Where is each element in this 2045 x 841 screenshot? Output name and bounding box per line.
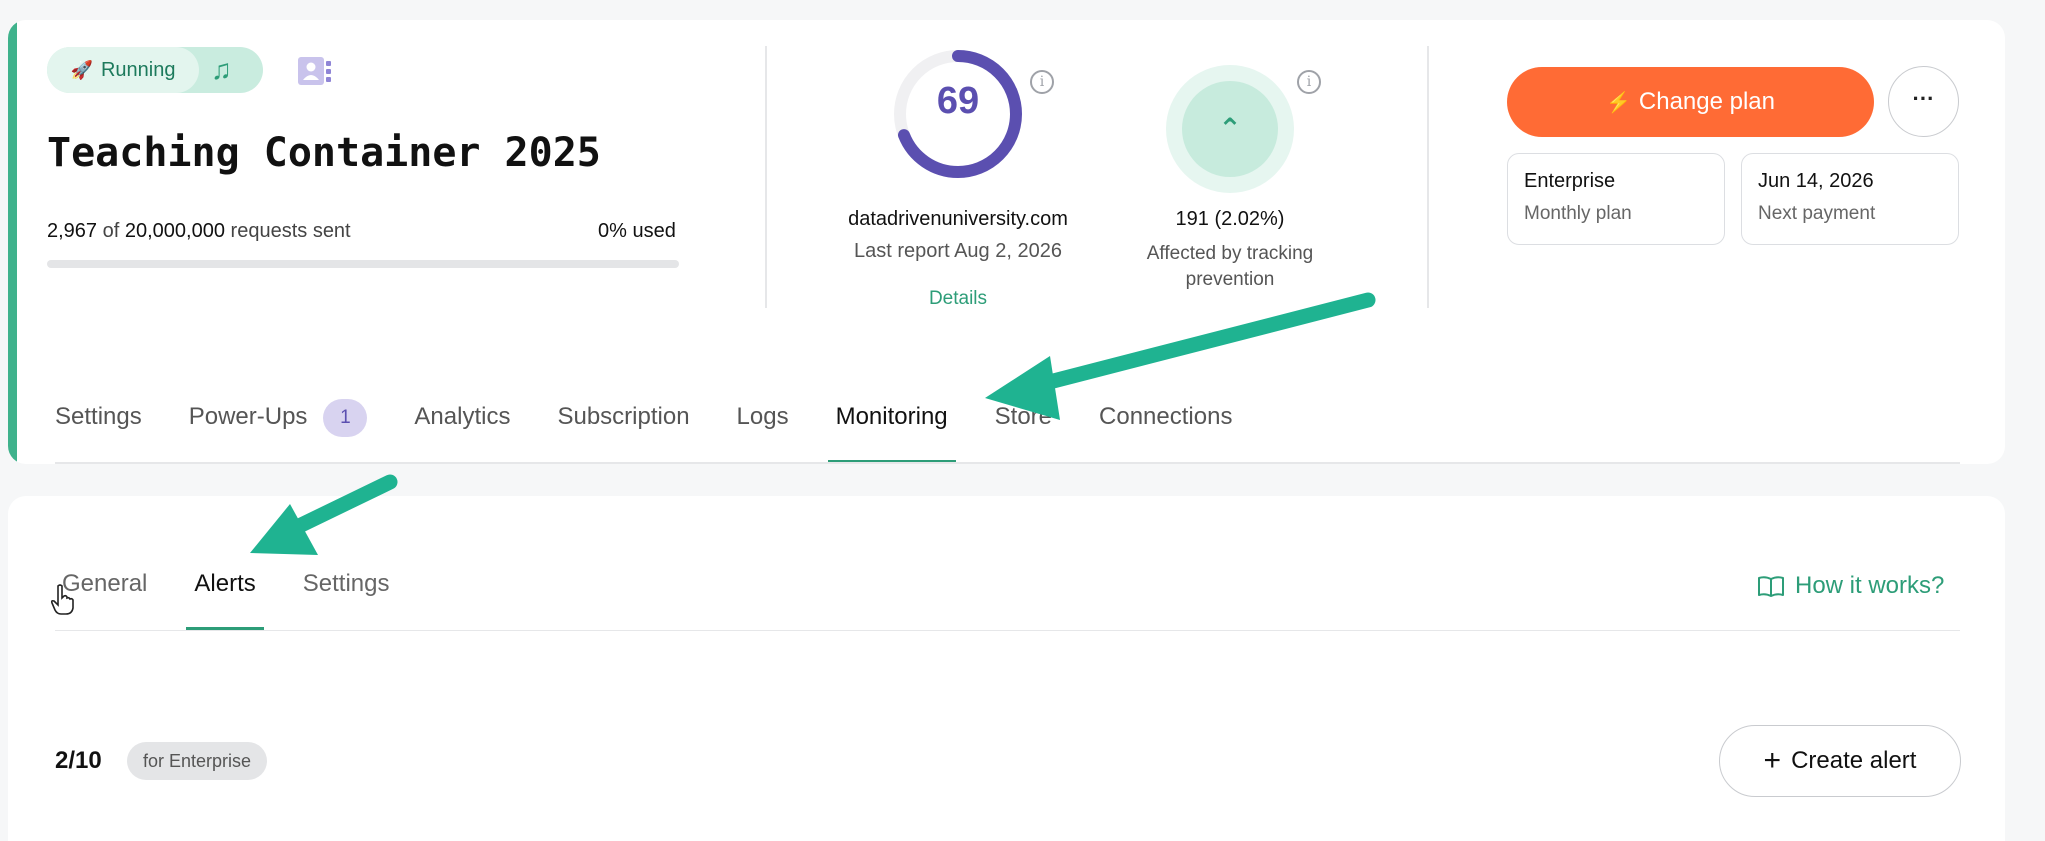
subtab-settings[interactable]: Settings (303, 570, 390, 630)
usage-text: 2,967 of 20,000,000 requests sent (47, 220, 351, 243)
page-title: Teaching Container 2025 (47, 130, 601, 176)
plan-tag: for Enterprise (127, 742, 268, 780)
divider (765, 46, 767, 308)
usage-progress-bar (47, 260, 679, 268)
tab-label: Settings (55, 403, 142, 430)
tab-label: Logs (736, 403, 789, 430)
alert-count: 2/10 (55, 747, 102, 774)
change-plan-button[interactable]: ⚡ Change plan (1507, 67, 1874, 137)
tabs-divider (55, 462, 1960, 464)
subtab-alerts[interactable]: Alerts (186, 570, 265, 630)
main-tabs: Settings Power-Ups 1 Analytics Subscripti… (55, 399, 1279, 463)
details-link[interactable]: Details (820, 288, 1096, 310)
domain-name: datadrivenuniversity.com (848, 208, 1068, 230)
power-ups-badge: 1 (323, 399, 368, 437)
score-value: 69 (936, 80, 980, 122)
usage-of: of (102, 220, 120, 242)
next-payment-date: Jun 14, 2026 (1758, 170, 1874, 192)
status-toggle[interactable]: 🚀 Running ♫ (47, 47, 263, 93)
usage-limit: 20,000,000 (124, 220, 225, 242)
info-icon[interactable]: i (1297, 70, 1321, 94)
plan-tier: Enterprise (1524, 170, 1616, 192)
usage-suffix: requests sent (230, 220, 351, 242)
music-icon[interactable]: ♫ (211, 54, 232, 86)
sub-tabs-divider (55, 630, 1960, 631)
change-plan-label: Change plan (1638, 88, 1776, 115)
usage-sent: 2,967 (47, 220, 98, 242)
monitoring-sub-tabs: General Alerts Settings (62, 570, 436, 630)
chevron-up-icon: ⌃ (1182, 81, 1278, 177)
tracking-label: Affected by tracking prevention (1146, 243, 1314, 290)
monitoring-card (8, 496, 2005, 841)
info-icon[interactable]: i (1030, 70, 1054, 94)
last-report: Last report Aug 2, 2026 (854, 240, 1062, 262)
create-alert-label: Create alert (1791, 747, 1917, 774)
plus-icon: + (1763, 744, 1782, 777)
how-it-works-label: How it works? (1795, 572, 1945, 599)
create-alert-button[interactable]: + Create alert (1719, 725, 1961, 797)
status-label: Running (100, 58, 176, 81)
contact-card-icon[interactable] (297, 56, 331, 86)
tracking-count: 191 (2.02%) (1175, 208, 1285, 230)
tab-analytics[interactable]: Analytics (414, 403, 510, 463)
more-options-button[interactable]: ··· (1888, 66, 1959, 137)
book-icon (1758, 576, 1784, 597)
bolt-icon: ⚡ (1605, 91, 1631, 114)
rocket-icon: 🚀 (70, 59, 93, 80)
tab-connections[interactable]: Connections (1099, 403, 1232, 463)
tab-subscription[interactable]: Subscription (557, 403, 689, 463)
plan-billing: Monthly plan (1524, 203, 1632, 224)
how-it-works-link[interactable]: How it works? (1757, 572, 1944, 600)
hand-cursor-icon (50, 584, 74, 615)
tab-label: Subscription (557, 403, 690, 430)
usage-percent: 0% used (598, 220, 676, 242)
status-running[interactable]: 🚀 Running (47, 47, 199, 93)
tab-label: Monitoring (835, 403, 948, 430)
tab-label: Power-Ups (188, 403, 308, 430)
tab-power-ups[interactable]: Power-Ups 1 (188, 399, 368, 463)
tab-label: Store (994, 403, 1053, 430)
tab-settings[interactable]: Settings (55, 403, 142, 463)
tab-label: Connections (1099, 403, 1233, 430)
tab-monitoring[interactable]: Monitoring (827, 403, 956, 463)
tab-label: Analytics (414, 403, 511, 430)
tab-store[interactable]: Store (995, 403, 1052, 463)
tab-logs[interactable]: Logs (737, 403, 789, 463)
divider (1427, 46, 1429, 308)
plan-tier-card: Enterprise Monthly plan (1507, 153, 1725, 245)
next-payment-card: Jun 14, 2026 Next payment (1741, 153, 1959, 245)
next-payment-label: Next payment (1758, 203, 1876, 224)
